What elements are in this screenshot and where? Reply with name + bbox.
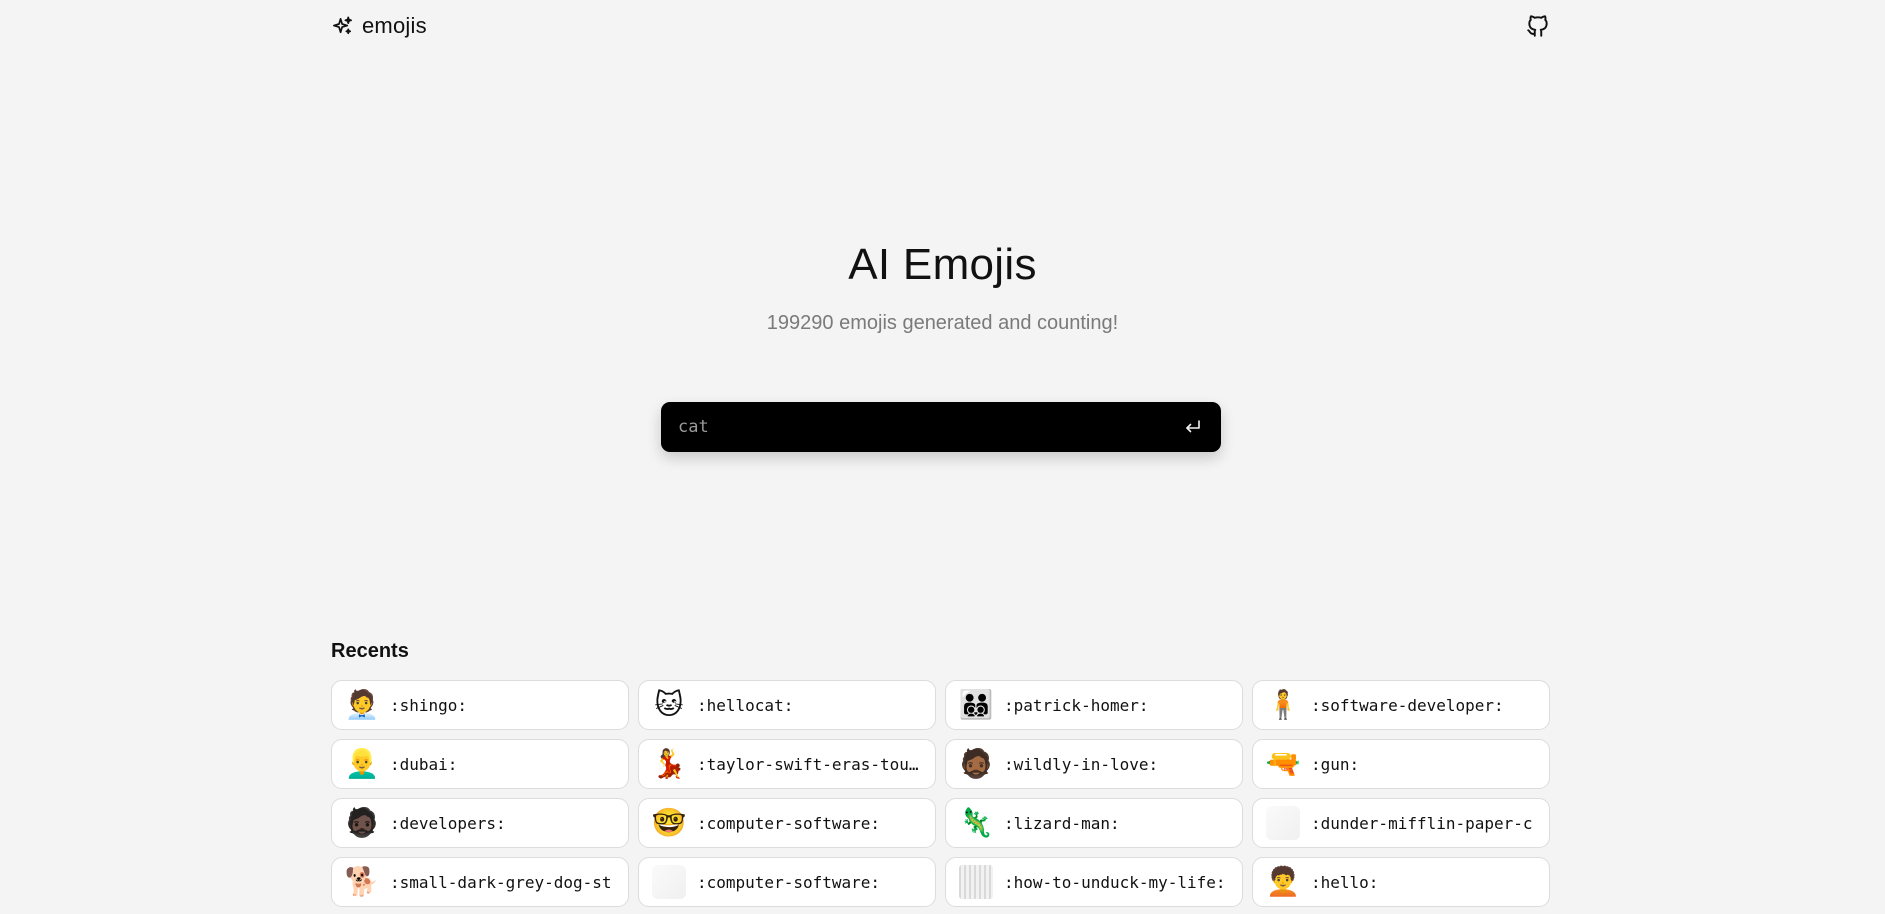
emoji-name: :wildly-in-love: [1004,754,1159,774]
emoji-name: :patrick-homer: [1004,695,1149,715]
emoji-thumbnail: 🧑‍🦱 [1265,866,1301,897]
emoji-card[interactable]: 👨‍👨‍👦‍👦 :patrick-homer: [945,680,1243,730]
emoji-name: :computer-software: [697,813,881,833]
emoji-name: :taylor-swift-eras-tour: [697,754,925,774]
search-form [661,402,1221,452]
emoji-name: :dunder-mifflin-paper-c [1311,813,1533,833]
emoji-image-placeholder [1266,806,1300,840]
brand-link[interactable]: emojis [331,13,427,39]
emoji-thumbnail: 🦎 [958,807,994,838]
recents-heading: Recents [331,640,409,662]
emoji-thumbnail: 💃 [651,748,687,779]
emoji-name: :developers: [390,813,506,833]
emoji-card[interactable]: 💃 :taylor-swift-eras-tour: [638,739,936,789]
emoji-thumbnail: 🧔🏾 [958,748,994,779]
emoji-card[interactable]: 🤓 :computer-software: [638,798,936,848]
emoji-thumbnail: 🧔🏿 [344,807,380,838]
page-title: AI Emojis [848,240,1037,289]
emoji-name: :shingo: [390,695,468,715]
emoji-thumbnail: 🧍 [1265,689,1301,720]
emoji-card[interactable]: :how-to-unduck-my-life: [945,857,1243,907]
emoji-thumbnail: 🧑‍💼 [344,689,380,720]
emoji-card[interactable]: 🧑‍🦱 :hello: [1252,857,1550,907]
recents-section: Recents 🧑‍💼 :shingo: 🐱 :hellocat: 👨‍👨‍👦‍👦 :pa… [331,640,1553,907]
brand-label: emojis [362,13,427,38]
emoji-image-placeholder [652,865,686,899]
emoji-name: :how-to-unduck-my-life: [1004,872,1226,892]
search-input[interactable] [676,416,1183,438]
emoji-thumbnail [1265,805,1301,841]
emoji-card[interactable]: 🧔🏾 :wildly-in-love: [945,739,1243,789]
emoji-card[interactable]: :computer-software: [638,857,936,907]
emoji-name: :hello: [1311,872,1379,892]
emoji-card[interactable]: 👱‍♂️ :dubai: [331,739,629,789]
page: emojis AI Emojis 199290 emojis generated… [0,0,1885,914]
emoji-name: :lizard-man: [1004,813,1120,833]
emoji-thumbnail: 🤓 [651,807,687,838]
top-bar: emojis [331,10,1551,42]
emoji-card[interactable]: 🔫 :gun: [1252,739,1550,789]
emoji-card[interactable]: :dunder-mifflin-paper-c [1252,798,1550,848]
emoji-name: :software-developer: [1311,695,1504,715]
emoji-name: :computer-software: [697,872,881,892]
emoji-thumbnail: 🔫 [1265,748,1301,779]
emoji-thumbnail: 🐕 [344,866,380,897]
emoji-thumbnail: 👨‍👨‍👦‍👦 [958,689,994,720]
emoji-thumbnail: 👱‍♂️ [344,748,380,779]
emoji-name: :gun: [1311,754,1360,774]
sparkles-icon [331,15,354,38]
emoji-card[interactable]: 🧑‍💼 :shingo: [331,680,629,730]
emoji-name: :hellocat: [697,695,794,715]
emoji-thumbnail [958,864,994,900]
emoji-card[interactable]: 🐕 :small-dark-grey-dog-st [331,857,629,907]
github-icon[interactable] [1525,13,1551,39]
emoji-card[interactable]: 🐱 :hellocat: [638,680,936,730]
emoji-card[interactable]: 🦎 :lizard-man: [945,798,1243,848]
emoji-image-placeholder [959,865,993,899]
emoji-name: :small-dark-grey-dog-st [390,872,612,892]
emoji-name: :dubai: [390,754,458,774]
emoji-counter: 199290 emojis generated and counting! [766,312,1119,334]
enter-icon[interactable] [1183,417,1203,437]
emoji-card[interactable]: 🧔🏿 :developers: [331,798,629,848]
emoji-thumbnail: 🐱 [654,689,684,720]
emoji-card[interactable]: 🧍 :software-developer: [1252,680,1550,730]
emoji-thumbnail [651,864,687,900]
hero: AI Emojis 199290 emojis generated and co… [0,240,1885,335]
recents-grid: 🧑‍💼 :shingo: 🐱 :hellocat: 👨‍👨‍👦‍👦 :patrick-ho… [331,680,1553,907]
